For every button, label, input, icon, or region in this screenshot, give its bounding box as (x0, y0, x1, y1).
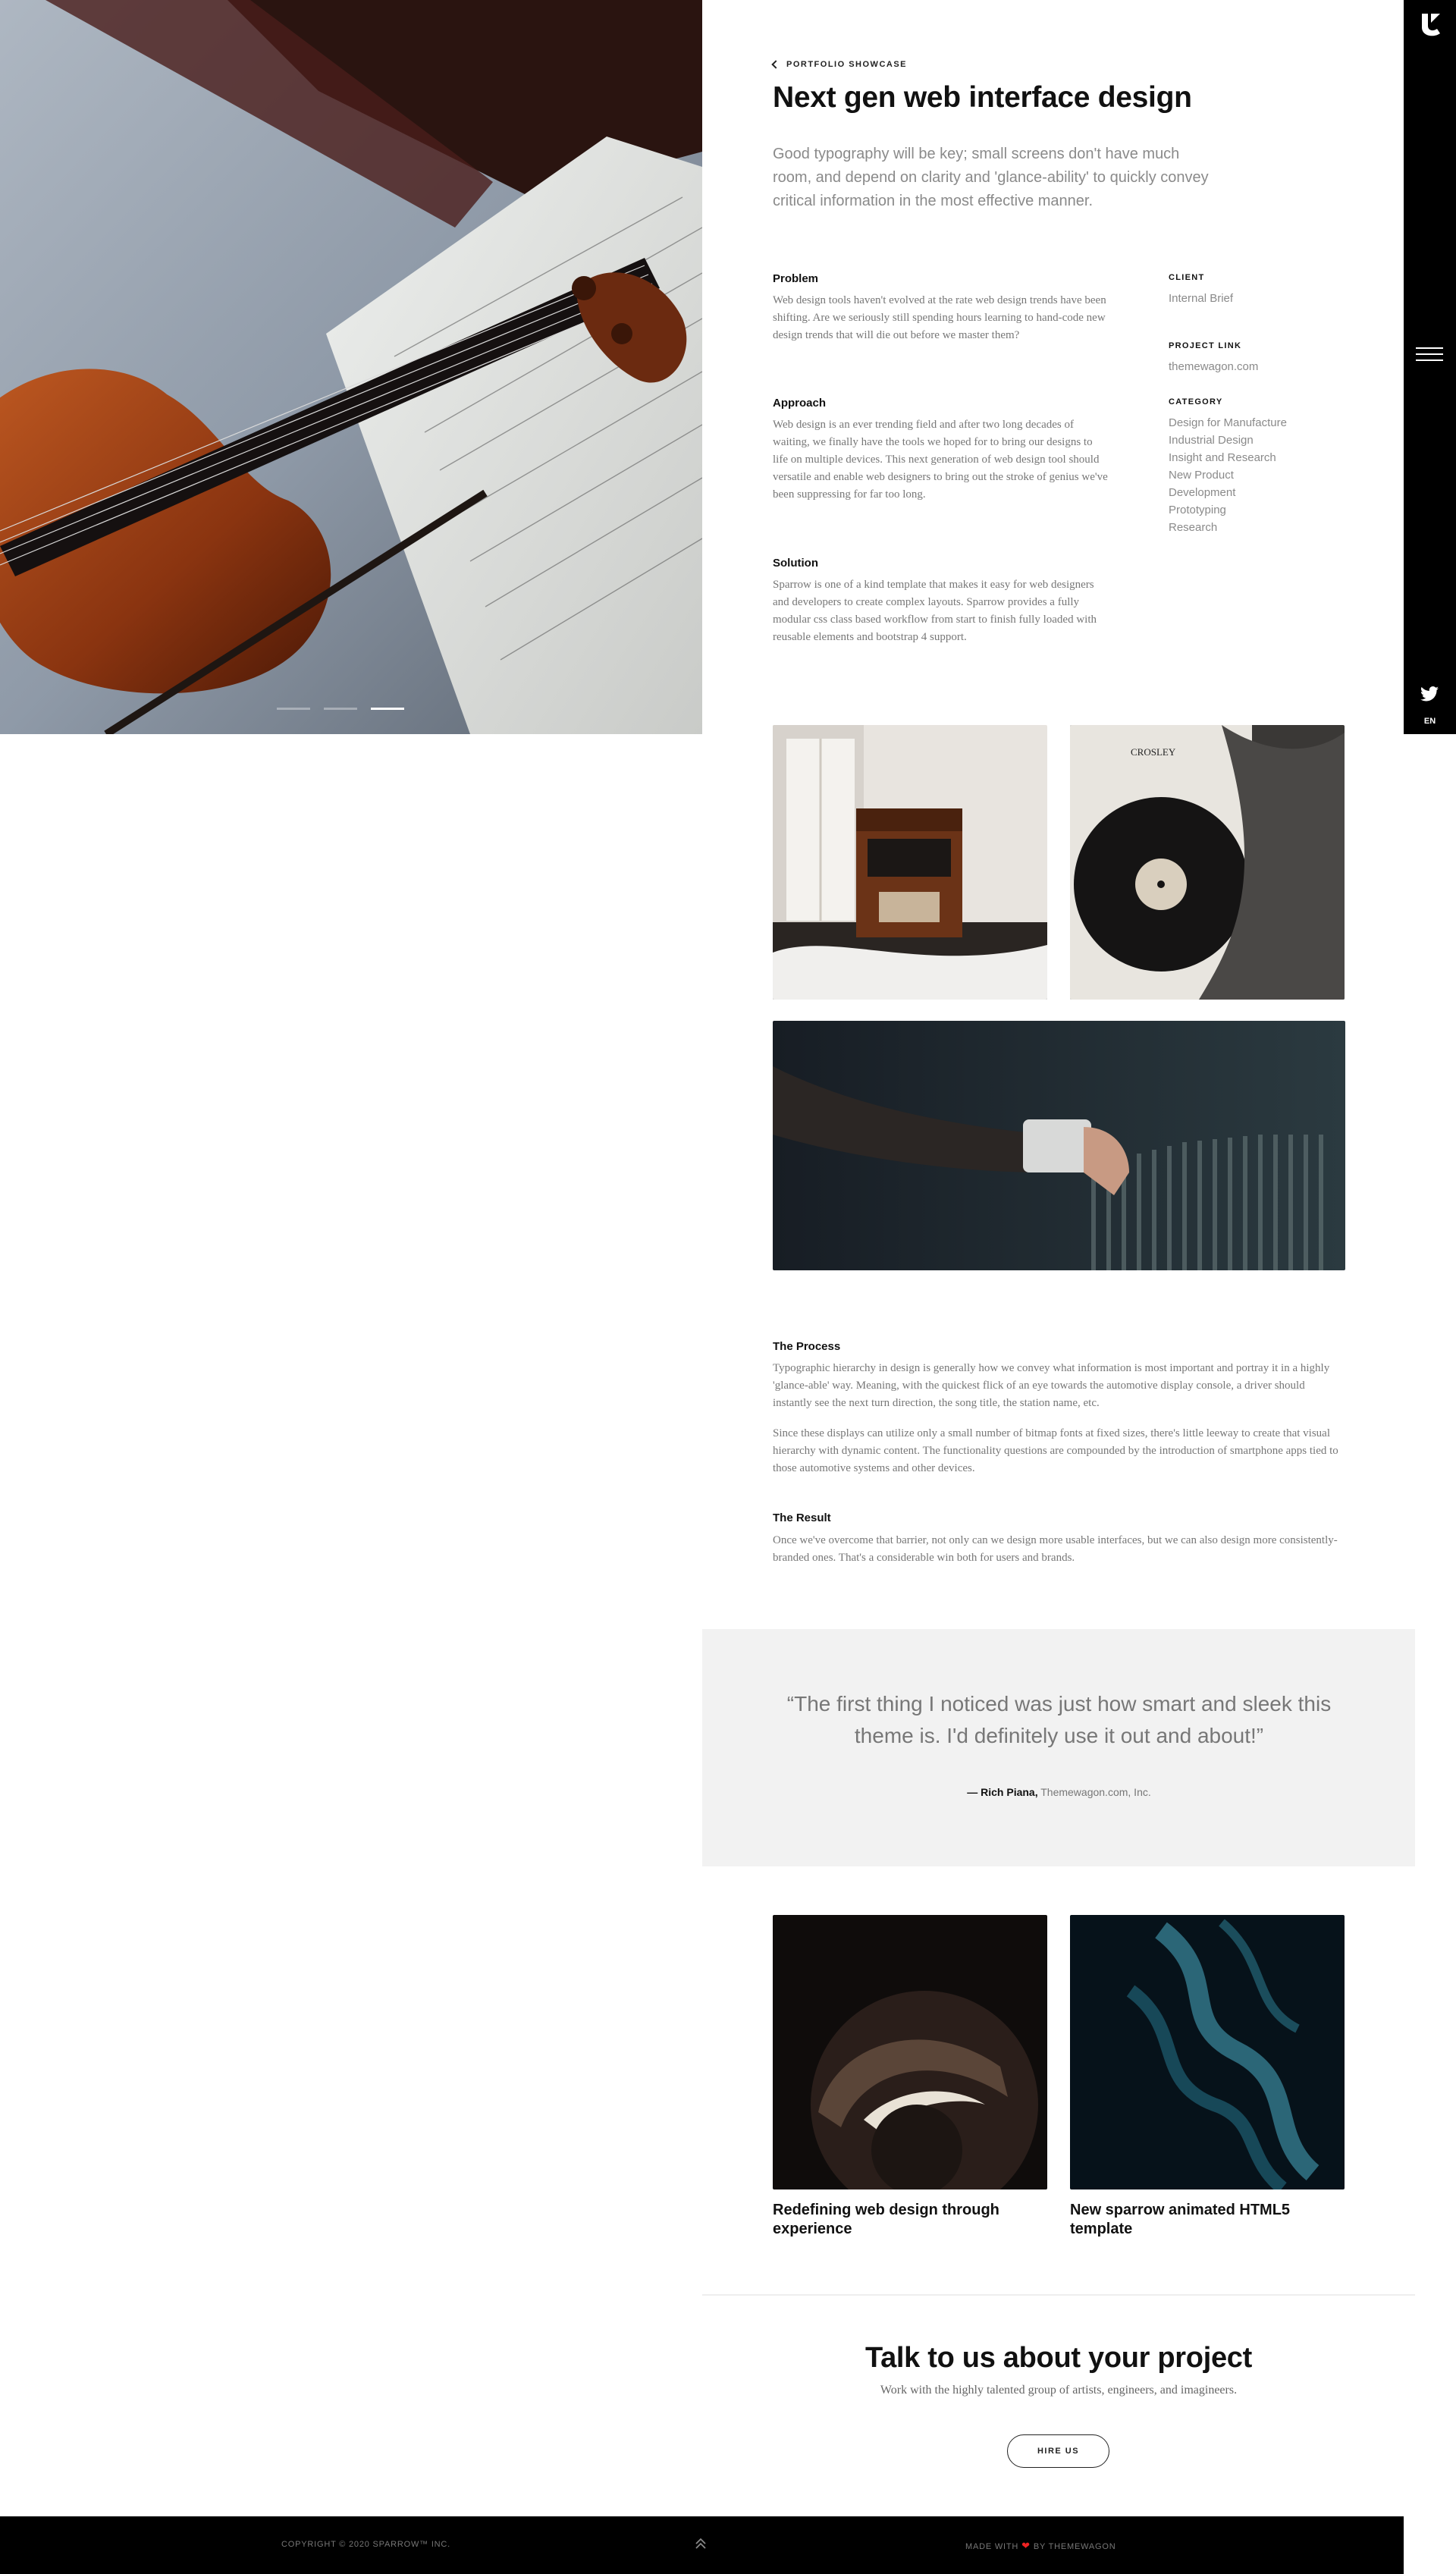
related-post-title[interactable]: New sparrow animated HTML5 template (1070, 2201, 1345, 2239)
section-divider (702, 2294, 1415, 2296)
scroll-to-top-icon[interactable] (694, 2536, 708, 2551)
made-with-label: MADE WITH (965, 2542, 1019, 2551)
gallery-image-record-crate[interactable] (773, 1021, 1345, 1270)
hire-us-button[interactable]: HIRE US (1007, 2434, 1109, 2468)
language-switch[interactable]: EN (1404, 717, 1456, 726)
category-label: CATEGORY (1169, 397, 1223, 407)
hamburger-menu-icon[interactable] (1416, 347, 1443, 364)
section-body-solution: Sparrow is one of a kind template that m… (773, 579, 1097, 643)
chevron-left-icon (771, 60, 780, 69)
cta-subtitle: Work with the highly talented group of a… (880, 2384, 1238, 2397)
back-link-label: PORTFOLIO SHOWCASE (786, 60, 907, 69)
sparrow-logo-icon[interactable] (1417, 11, 1443, 36)
section-body-approach: Web design is an ever trending field and… (773, 419, 1108, 501)
process-paragraph: Since these displays can utilize only a … (773, 1427, 1338, 1474)
client-label: CLIENT (1169, 273, 1205, 282)
category-item: New Product (1169, 469, 1234, 482)
result-heading: The Result (773, 1511, 831, 1524)
related-image-headphones[interactable] (773, 1915, 1047, 2189)
copyright-text: COPYRIGHT © 2020 SPARROW™ INC. (281, 2540, 451, 2549)
section-heading-approach: Approach (773, 397, 827, 410)
made-with-credit: MADE WITH ❤ BY THEMEWAGON (965, 2540, 1116, 2552)
category-item: Industrial Design (1169, 434, 1254, 447)
testimonial-author: — Rich Piana, (967, 1786, 1038, 1798)
cta-title: Talk to us about your project (865, 2342, 1252, 2374)
section-heading-solution: Solution (773, 557, 818, 570)
project-link-label: PROJECT LINK (1169, 341, 1242, 350)
client-value: Internal Brief (1169, 292, 1234, 305)
sidebar-rail: EN (1404, 0, 1456, 734)
related-post-title[interactable]: Redefining web design through experience (773, 2201, 1047, 2239)
footer: COPYRIGHT © 2020 SPARROW™ INC. MADE WITH… (0, 2516, 1404, 2574)
process-paragraph: Typographic hierarchy in design is gener… (773, 1362, 1330, 1409)
project-link[interactable]: themewagon.com (1169, 358, 1258, 375)
gallery-image-vinyl[interactable]: CROSLEY (1070, 725, 1345, 1000)
heart-icon: ❤ (1021, 2540, 1031, 2551)
section-heading-problem: Problem (773, 272, 819, 285)
section-body-problem: Web design tools haven't evolved at the … (773, 294, 1106, 341)
page-title: Next gen web interface design (773, 81, 1192, 114)
carousel-dot-active[interactable] (371, 708, 404, 710)
testimonial-company: Themewagon.com, Inc. (1040, 1786, 1151, 1798)
category-list: Design for Manufacture Industrial Design… (1169, 414, 1287, 536)
carousel-indicators (277, 708, 404, 710)
related-image-smoke[interactable] (1070, 1915, 1345, 2189)
result-paragraph: Once we've overcome that barrier, not on… (773, 1534, 1338, 1564)
testimonial-quote: “The first thing I noticed was just how … (786, 1692, 1332, 1747)
hero-image-violin (0, 0, 702, 734)
testimonial-citation: — Rich Piana, Themewagon.com, Inc. (773, 1786, 1345, 1798)
svg-text:CROSLEY: CROSLEY (1131, 746, 1176, 758)
category-item: Research (1169, 521, 1218, 534)
category-item: Prototyping (1169, 504, 1226, 516)
themewagon-link[interactable]: BY THEMEWAGON (1034, 2542, 1116, 2551)
carousel-dot[interactable] (324, 708, 357, 710)
carousel-dot[interactable] (277, 708, 310, 710)
project-lede: Good typography will be key; small scree… (773, 146, 1209, 209)
category-item: Development (1169, 486, 1236, 499)
gallery-image-record-player[interactable] (773, 725, 1047, 1000)
twitter-icon[interactable] (1420, 686, 1439, 702)
back-to-portfolio-link[interactable]: PORTFOLIO SHOWCASE (771, 60, 907, 69)
project-link-anchor[interactable]: themewagon.com (1169, 360, 1258, 373)
process-heading: The Process (773, 1340, 841, 1353)
category-item: Design for Manufacture (1169, 416, 1287, 429)
category-item: Insight and Research (1169, 451, 1276, 464)
violin-photo (0, 0, 702, 734)
